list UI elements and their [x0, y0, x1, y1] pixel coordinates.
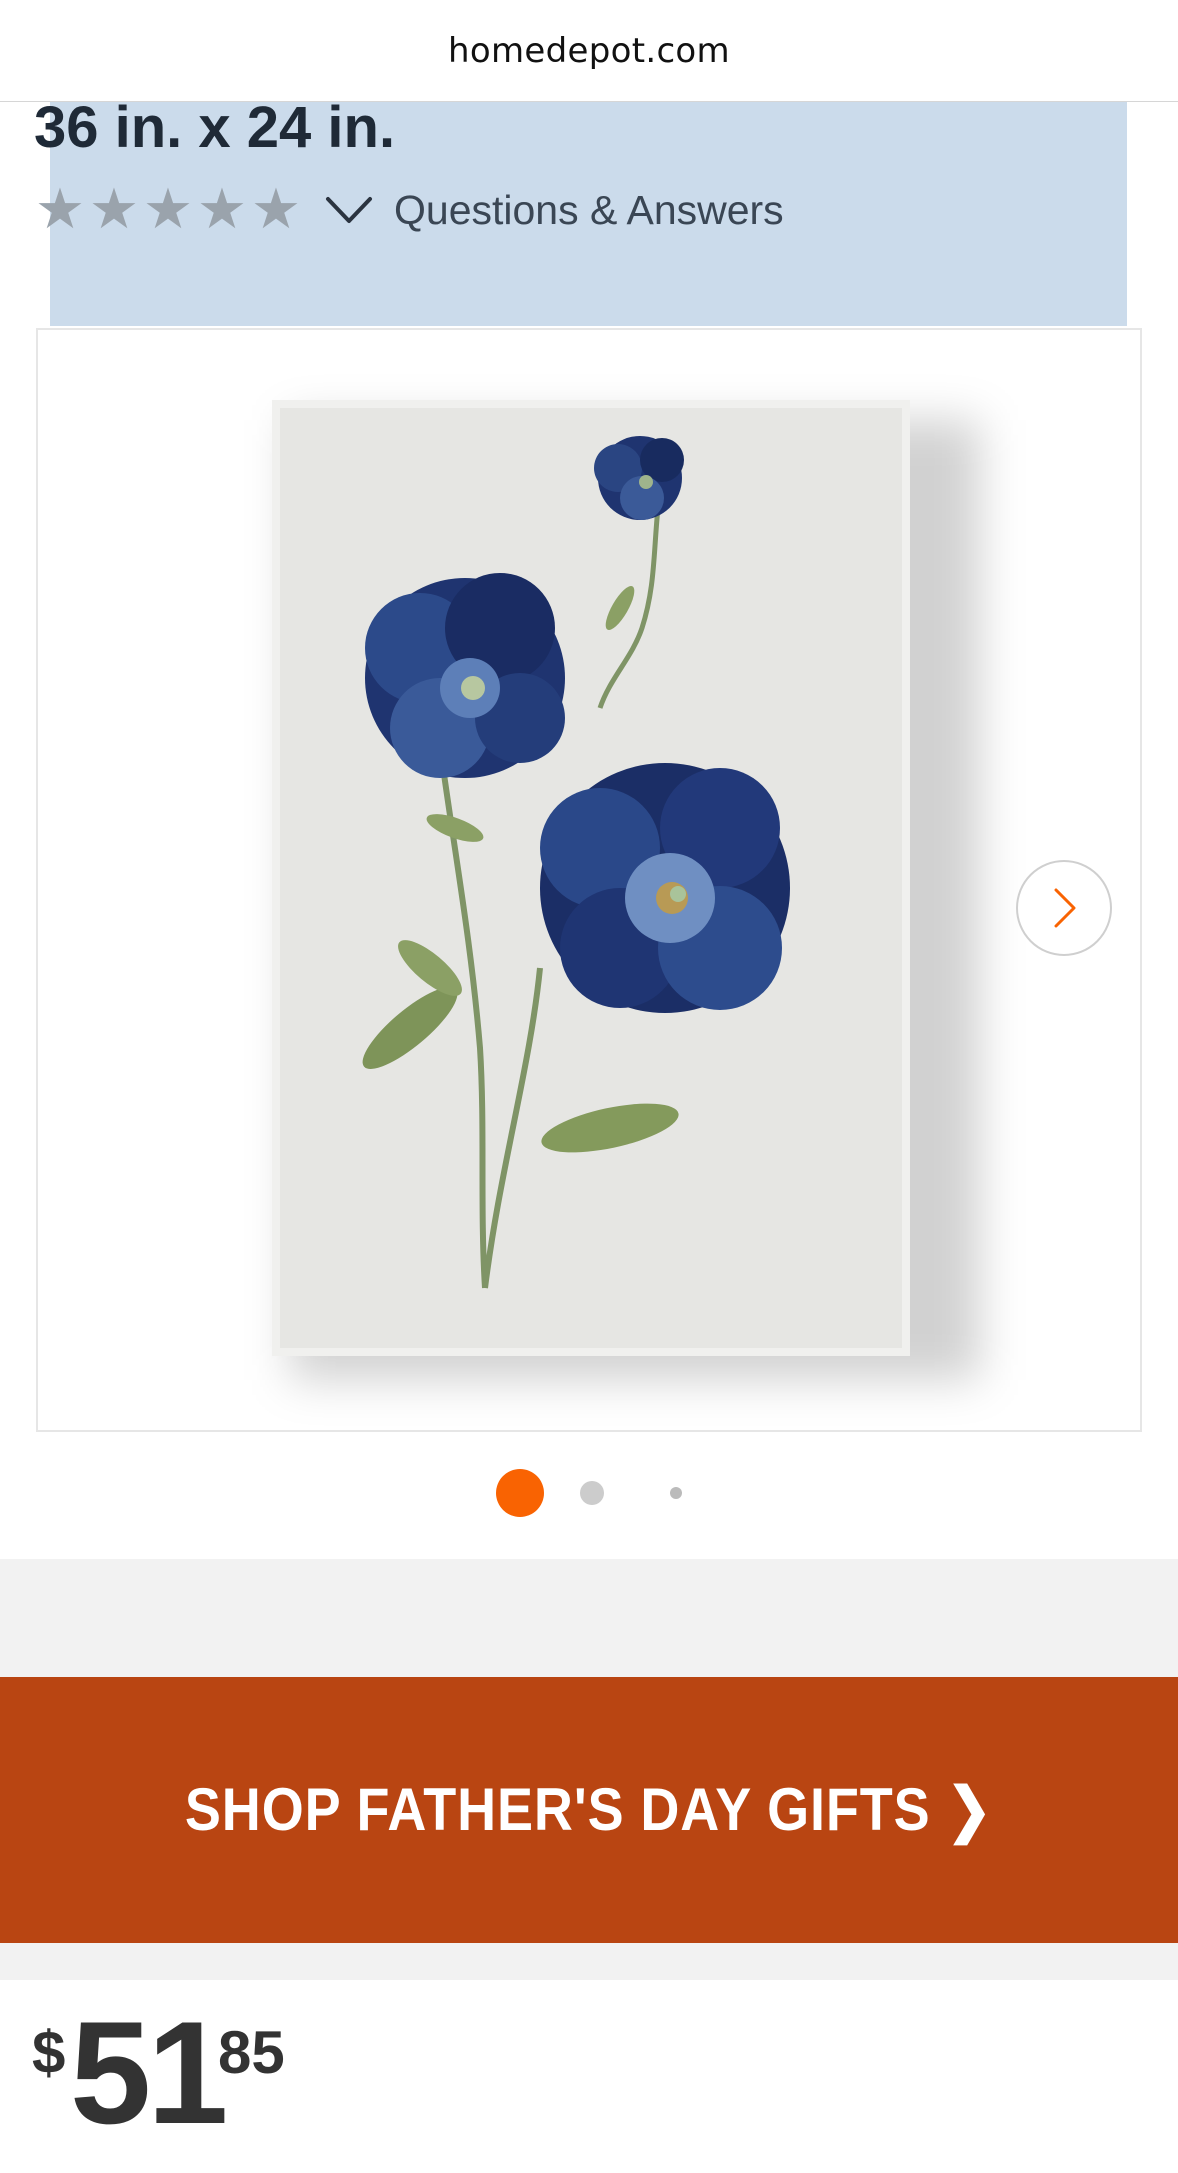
gallery-next-button[interactable]: [1016, 860, 1112, 956]
promo-label: SHOP FATHER'S DAY GIFTS ❯: [185, 1776, 993, 1843]
browser-url-bar[interactable]: homedepot.com: [0, 0, 1178, 102]
rating-stars[interactable]: ★ ★ ★ ★ ★: [34, 177, 302, 242]
small-flower: [594, 436, 684, 520]
left-flower: [365, 573, 565, 778]
questions-answers-link[interactable]: Questions & Answers: [394, 187, 784, 234]
star-icon: ★: [34, 177, 86, 242]
flower-painting: [362, 436, 790, 1289]
star-icon: ★: [142, 177, 194, 242]
star-icon: ★: [88, 177, 140, 242]
star-icon: ★: [250, 177, 302, 242]
price-currency: $: [32, 2019, 66, 2086]
price-cents: 85: [218, 2019, 285, 2086]
gallery-dot[interactable]: [670, 1487, 682, 1499]
product-title: 36 in. x 24 in.: [34, 95, 396, 160]
url-text: homedepot.com: [448, 30, 730, 71]
product-image[interactable]: [272, 400, 910, 1356]
star-icon: ★: [196, 177, 248, 242]
right-flower: [540, 763, 790, 1013]
chevron-down-icon[interactable]: [322, 183, 376, 237]
gallery-dot[interactable]: [580, 1481, 604, 1505]
price-dollars: 51: [70, 1991, 228, 2154]
chevron-right-icon: [1054, 888, 1076, 928]
rating-row[interactable]: ★ ★ ★ ★ ★ Questions & Answers: [34, 180, 784, 240]
gallery-pagination[interactable]: [0, 1468, 1178, 1518]
gallery-dot-active[interactable]: [496, 1469, 544, 1517]
fathers-day-promo-banner[interactable]: SHOP FATHER'S DAY GIFTS ❯: [0, 1677, 1178, 1943]
